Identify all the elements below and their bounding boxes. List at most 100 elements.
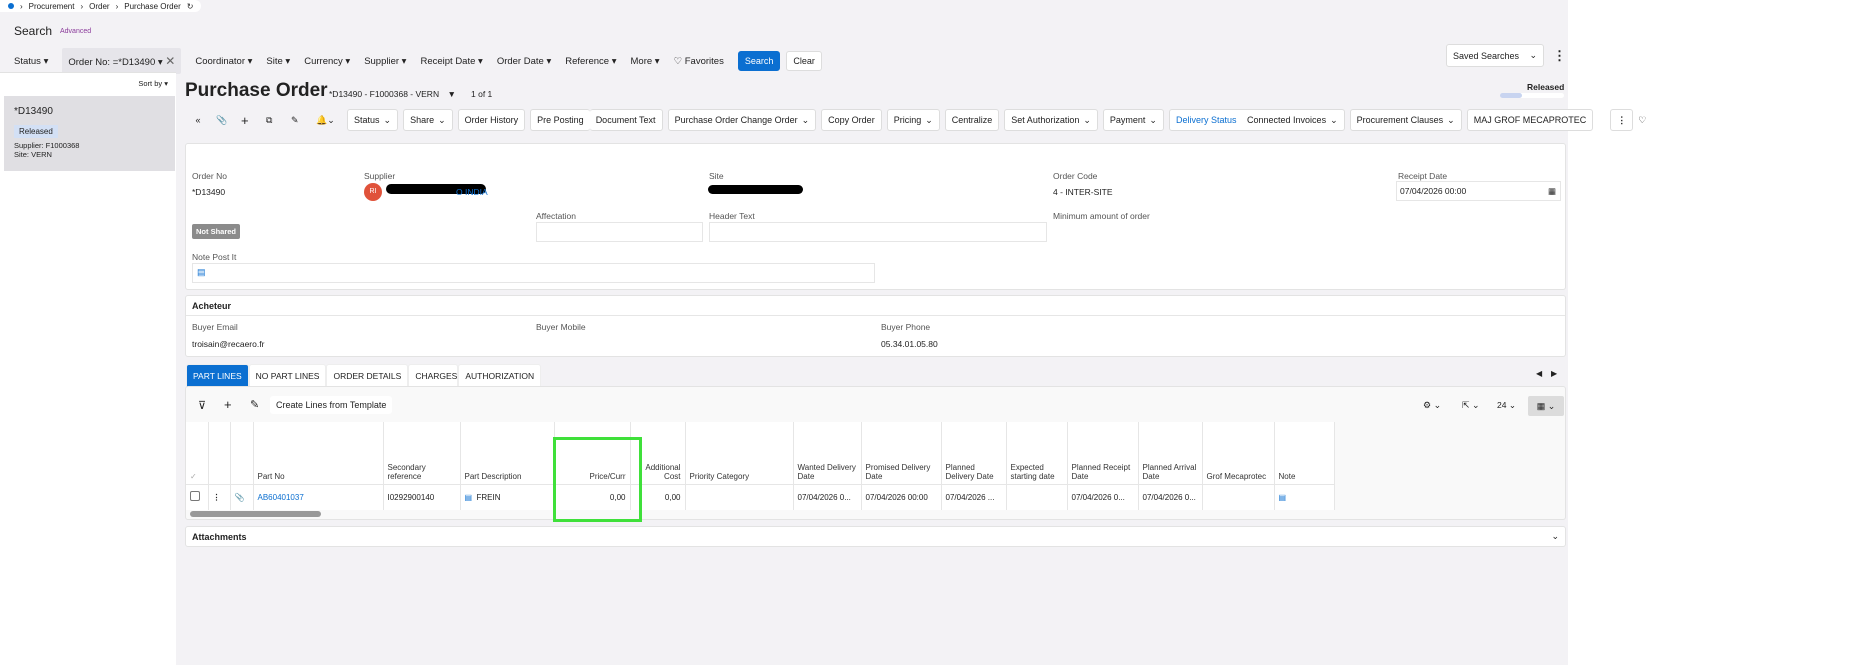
payment-menu[interactable]: Payment ⌄ [1102,109,1164,131]
maj-grof-button[interactable]: MAJ GROF MECAPROTEC [1466,109,1594,131]
affectation-input[interactable] [536,222,703,242]
filter-coordinator[interactable]: Coordinator ▾ [195,56,252,67]
document-icon[interactable]: ▤ [465,493,473,502]
col-note[interactable]: Note [1274,422,1335,484]
col-part-no[interactable]: Part No [253,422,384,484]
tab-no-part-lines[interactable]: NO PART LINES [248,364,327,388]
col-expected-start[interactable]: Expected starting date [1006,422,1068,484]
tab-scroll-arrows[interactable]: ◀ ▶ [1536,369,1557,378]
create-lines-template-button[interactable]: Create Lines from Template [270,396,393,414]
tab-authorization[interactable]: AUTHORIZATION [458,364,542,388]
attachments-section[interactable]: Attachments ⌄ [185,526,1566,547]
refresh-icon[interactable]: ↻ [187,2,194,11]
col-planned-receipt[interactable]: Planned Receipt Date [1067,422,1139,484]
list-item[interactable]: *D13490 Released Supplier: F1000368 Site… [4,96,175,171]
duplicate-icon[interactable]: ⧉ [266,115,286,126]
chevron-down-icon[interactable]: ⌄ [1551,531,1559,542]
col-planned-delivery[interactable]: Planned Delivery Date [941,422,1007,484]
home-icon[interactable] [8,3,14,9]
edit-icon[interactable]: ✎ [291,115,311,126]
add-line-icon[interactable]: + [224,397,232,412]
settings-icon[interactable]: ⚙ ⌄ [1423,400,1441,411]
document-icon[interactable]: ▤ [197,267,206,277]
cell-grof [1202,483,1275,510]
delivery-connected-menu[interactable]: Delivery Status Connected Invoices ⌄ [1168,109,1345,131]
more-options-icon[interactable]: ⋮ [1553,48,1566,64]
cell-priority [685,483,794,510]
advanced-link[interactable]: Advanced [60,28,91,35]
calendar-icon[interactable]: ▦ [1548,186,1556,197]
saved-searches-dropdown[interactable]: Saved Searches ⌄ [1446,44,1544,67]
site-link-redacted[interactable] [708,185,803,194]
order-history-button[interactable]: Order History [457,109,526,131]
tab-charges[interactable]: CHARGES [408,364,459,388]
pricing-menu[interactable]: Pricing ⌄ [886,109,940,131]
note-icon[interactable]: ▤ [1274,483,1335,510]
pre-posting-button[interactable]: Pre Posting [530,109,590,131]
change-order-menu[interactable]: Purchase Order Change Order ⌄ [667,109,817,131]
export-icon[interactable]: ⇱ ⌄ [1462,400,1480,411]
col-wanted-delivery[interactable]: Wanted Delivery Date [793,422,862,484]
share-menu[interactable]: Share ⌄ [403,109,453,131]
col-grof-mecaprotec[interactable]: Grof Mecaprotec [1202,422,1275,484]
filter-supplier[interactable]: Supplier ▾ [364,56,406,67]
filter-more[interactable]: More ▾ [631,56,660,67]
filter-icon[interactable]: ⊽ [198,399,206,412]
collapse-icon[interactable]: « [185,115,211,125]
note-input[interactable]: ▤ [192,263,875,283]
page-size-select[interactable]: 24 ⌄ [1497,400,1516,411]
record-selector[interactable]: *D13490 - F1000368 - VERN ▼ [329,89,456,99]
add-icon[interactable]: + [241,113,261,128]
favorites-button[interactable]: ♡ Favorites [674,56,724,67]
page-title: Purchase Order [185,80,328,101]
search-button[interactable]: Search [737,51,781,71]
row-menu-icon[interactable]: ⋮ [208,483,231,510]
row-checkbox[interactable] [190,491,200,502]
connected-invoices-button[interactable]: Connected Invoices [1247,115,1326,125]
site-label: Site [709,171,724,181]
col-part-description[interactable]: Part Description [460,422,555,484]
filter-receipt-date[interactable]: Receipt Date ▾ [420,56,482,67]
procurement-clauses-menu[interactable]: Procurement Clauses ⌄ [1349,109,1462,131]
table-row[interactable]: ⋮ 📎 AB60401037 I0292900140 ▤ FREIN 0,00 … [186,483,1335,510]
crumb-purchase-order[interactable]: Purchase Order [124,2,180,11]
select-all-check[interactable]: ✓ [186,422,209,484]
tab-order-details[interactable]: ORDER DETAILS [326,364,409,388]
cell-wanted-date: 07/04/2026 0... [793,483,862,510]
col-planned-arrival[interactable]: Planned Arrival Date [1138,422,1203,484]
supplier-link[interactable]: O INDIA [456,187,488,197]
centralize-button[interactable]: Centralize [944,109,1000,131]
clear-button[interactable]: Clear [786,51,822,71]
attach-icon[interactable]: 📎 [230,483,254,510]
set-authorization-menu[interactable]: Set Authorization ⌄ [1004,109,1098,131]
filter-reference[interactable]: Reference ▾ [565,56,616,67]
horizontal-scrollbar[interactable] [190,511,321,517]
edit-line-icon[interactable]: ✎ [250,398,259,411]
document-text-button[interactable]: Document Text [589,109,663,131]
copy-order-button[interactable]: Copy Order [821,109,882,131]
crumb-order[interactable]: Order [89,2,109,11]
favorite-icon[interactable]: ♡ [1638,115,1646,126]
col-promised-delivery[interactable]: Promised Delivery Date [861,422,942,484]
crumb-procurement[interactable]: Procurement [29,2,75,11]
part-no-link[interactable]: AB60401037 [253,483,384,510]
header-text-input[interactable] [709,222,1047,242]
filter-site[interactable]: Site ▾ [266,56,290,67]
more-actions-icon[interactable]: ⋮ [1610,109,1634,131]
filter-currency[interactable]: Currency ▾ [304,56,350,67]
filter-order-date[interactable]: Order Date ▾ [497,56,551,67]
status-menu[interactable]: Status ⌄ [347,109,399,131]
notification-icon[interactable]: 🔔⌄ [316,115,342,126]
tab-part-lines[interactable]: PART LINES [186,364,249,388]
receipt-date-input[interactable]: 07/04/2026 00:00 ▦ [1396,181,1561,201]
sort-by-button[interactable]: Sort by ▾ [138,79,168,88]
delivery-status-button[interactable]: Delivery Status [1176,115,1237,125]
filter-order-no[interactable]: Order No: =*D13490 ▾ ✕ [62,48,182,74]
col-priority-category[interactable]: Priority Category [685,422,794,484]
column-layout-button[interactable]: ▦ ⌄ [1528,396,1564,416]
filter-status[interactable]: Status ▾ [14,56,48,67]
cell-promised-date: 07/04/2026 00:00 [861,483,942,510]
close-icon[interactable]: ✕ [165,54,175,68]
col-secondary-ref[interactable]: Secondary reference [383,422,461,484]
attach-icon[interactable]: 📎 [216,115,236,126]
